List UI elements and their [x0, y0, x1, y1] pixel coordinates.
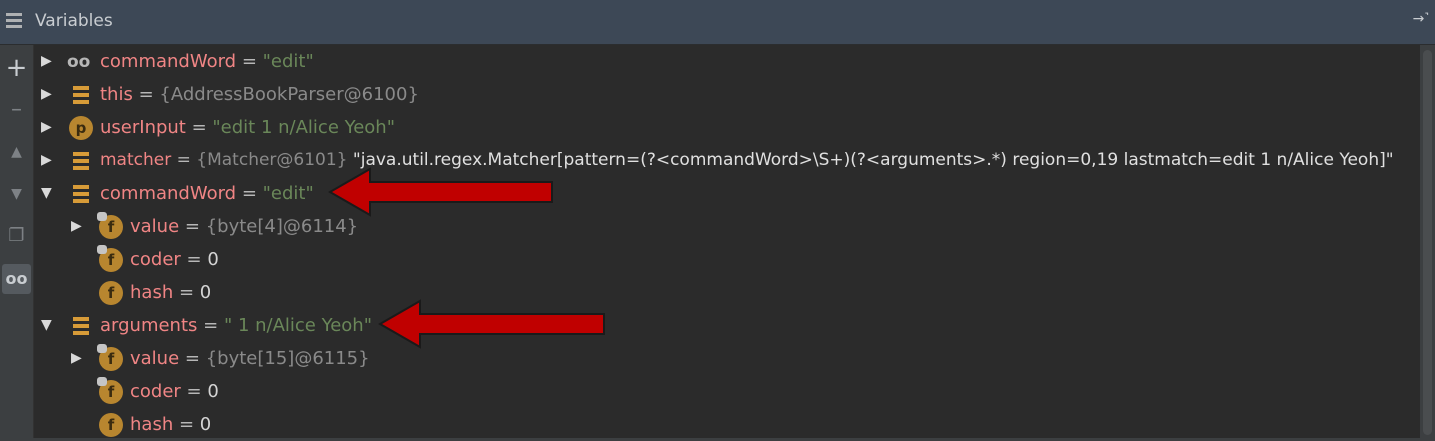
variable-name: commandWord: [100, 183, 237, 204]
vertical-scrollbar[interactable]: [1420, 45, 1435, 438]
equals-sign: =: [171, 150, 197, 170]
remove-watch-button[interactable]: –: [2, 95, 31, 125]
tree-row[interactable]: f hash = 0: [34, 408, 1420, 441]
lock-icon: [97, 344, 107, 353]
panel-header: Variables →˺: [0, 0, 1435, 45]
tree-row[interactable]: ▶ oo commandWord = "edit": [34, 45, 1420, 78]
move-up-button[interactable]: ▲: [2, 137, 31, 167]
variable-value: 0: [207, 381, 219, 402]
field-icon: f: [97, 212, 123, 239]
field-icon: f: [97, 245, 123, 272]
variable-name: matcher: [100, 150, 172, 170]
variable-name: value: [130, 216, 180, 237]
move-down-button[interactable]: ▼: [2, 179, 31, 209]
field-icon-letter: f: [107, 284, 115, 302]
expand-arrow-icon[interactable]: ▶: [71, 342, 87, 375]
variable-name: userInput: [100, 117, 186, 138]
show-watches-toggle[interactable]: oo: [2, 264, 31, 294]
annotation-arrow-icon: [377, 299, 605, 349]
variable-name: coder: [130, 249, 181, 270]
tree-row[interactable]: ▶ f value = {byte[15]@6115}: [34, 342, 1420, 375]
list-icon: [68, 149, 92, 173]
tree-row[interactable]: ▼ commandWord = "edit": [34, 177, 1420, 210]
side-toolbar: + – ▲ ▼ ❐ oo: [0, 45, 34, 438]
hide-panel-icon[interactable]: →˺: [1413, 10, 1429, 27]
variable-name: arguments: [100, 315, 198, 336]
tree-row[interactable]: f coder = 0: [34, 375, 1420, 408]
scrollbar-thumb[interactable]: [1423, 50, 1432, 435]
collapse-arrow-icon[interactable]: ▼: [41, 309, 57, 342]
equals-sign: =: [180, 381, 208, 402]
field-icon: f: [99, 413, 123, 437]
collapse-arrow-icon[interactable]: ▼: [41, 177, 57, 210]
tree-row[interactable]: f coder = 0: [34, 243, 1420, 276]
equals-sign: =: [236, 51, 263, 72]
field-icon-letter: f: [107, 416, 115, 434]
variable-name: hash: [130, 414, 174, 435]
field-icon-letter: f: [107, 383, 115, 401]
variables-tree: ▶ oo commandWord = "edit" ▶ this = {Addr…: [34, 45, 1420, 438]
equals-sign: =: [197, 315, 224, 336]
tree-row[interactable]: ▶ this = {AddressBookParser@6100}: [34, 78, 1420, 111]
variable-name: coder: [130, 381, 181, 402]
expand-arrow-icon[interactable]: ▶: [41, 45, 57, 78]
equals-sign: =: [173, 282, 200, 303]
field-icon-letter: f: [107, 350, 115, 368]
parameter-icon: p: [69, 116, 93, 140]
variable-name: this: [100, 84, 133, 105]
variable-value: " 1 n/Alice Yeoh": [223, 315, 372, 336]
tree-row[interactable]: ▶ p userInput = "edit 1 n/Alice Yeoh": [34, 111, 1420, 144]
expand-arrow-icon[interactable]: ▶: [41, 78, 57, 111]
list-icon: [68, 83, 92, 107]
equals-sign: =: [179, 348, 206, 369]
variable-value: 0: [199, 282, 212, 303]
hamburger-menu-icon[interactable]: [6, 13, 22, 29]
list-icon: [68, 314, 92, 338]
variable-value: {byte[4]@6114}: [205, 216, 359, 237]
equals-sign: =: [236, 183, 263, 204]
variable-name: hash: [130, 282, 174, 303]
lock-icon: [97, 212, 107, 221]
lock-icon: [97, 245, 107, 254]
equals-sign: =: [132, 84, 160, 105]
variable-value: {byte[15]@6115}: [205, 348, 370, 369]
variable-value: "edit": [262, 51, 314, 72]
copy-watch-button[interactable]: ❐: [2, 221, 31, 251]
add-watch-button[interactable]: +: [2, 53, 31, 83]
variable-value: 0: [199, 414, 212, 435]
variable-value: "edit 1 n/Alice Yeoh": [212, 117, 395, 138]
variable-value: 0: [207, 249, 219, 270]
glasses-icon: oo: [67, 52, 91, 72]
equals-sign: =: [173, 414, 200, 435]
tree-row[interactable]: ▶ matcher = {Matcher@6101} "java.util.re…: [34, 144, 1420, 177]
lock-icon: [97, 377, 107, 386]
field-icon: f: [97, 344, 123, 371]
annotation-arrow-icon: [327, 167, 553, 217]
variable-value: "edit": [262, 183, 314, 204]
equals-sign: =: [179, 216, 206, 237]
tree-row[interactable]: f hash = 0: [34, 276, 1420, 309]
tree-row[interactable]: ▼ arguments = " 1 n/Alice Yeoh": [34, 309, 1420, 342]
expand-arrow-icon[interactable]: ▶: [41, 144, 57, 177]
panel-title: Variables: [35, 11, 113, 31]
field-icon-letter: f: [107, 218, 115, 236]
equals-sign: =: [185, 117, 213, 138]
equals-sign: =: [180, 249, 208, 270]
expand-arrow-icon[interactable]: ▶: [41, 111, 57, 144]
field-icon: f: [97, 377, 123, 404]
expand-arrow-icon[interactable]: ▶: [71, 210, 87, 243]
tree-row[interactable]: ▶ f value = {byte[4]@6114}: [34, 210, 1420, 243]
variable-name: value: [130, 348, 180, 369]
list-icon: [68, 182, 92, 206]
variable-value: {AddressBookParser@6100}: [159, 84, 419, 105]
field-icon: f: [99, 281, 123, 305]
field-icon-letter: f: [107, 251, 115, 269]
variable-name: commandWord: [100, 51, 237, 72]
